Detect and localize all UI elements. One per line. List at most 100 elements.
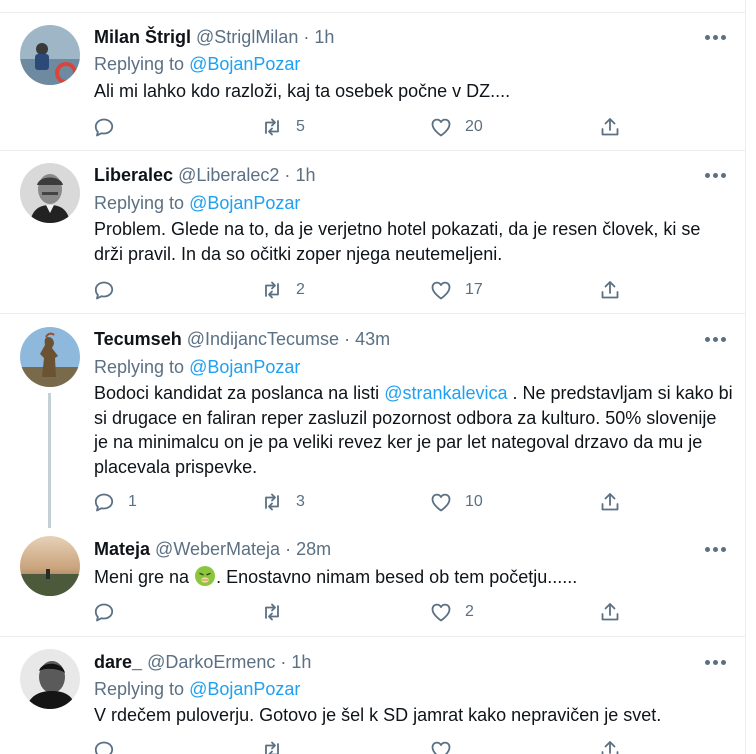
tweet-header: Tecumseh @IndijancTecumse · 43m (94, 327, 390, 351)
reply-icon (94, 493, 114, 512)
avatar[interactable] (20, 536, 80, 596)
tweet-actions: 2 17 (92, 278, 732, 302)
display-name[interactable]: Mateja (94, 539, 150, 559)
share-button[interactable] (598, 490, 622, 514)
tweet-actions (92, 738, 732, 754)
tweet-header: Liberalec @Liberalec2 · 1h (94, 163, 315, 187)
replying-to-mention[interactable]: @BojanPozar (189, 357, 300, 377)
heart-icon (431, 741, 451, 754)
timestamp[interactable]: 28m (296, 539, 331, 559)
separator-dot: · (344, 329, 351, 349)
tweet-header: Milan Štrigl @StriglMilan · 1h (94, 25, 334, 49)
replying-to-mention[interactable]: @BojanPozar (189, 679, 300, 699)
user-handle[interactable]: @DarkoErmenc (147, 652, 275, 672)
user-handle[interactable]: @Liberalec2 (178, 165, 279, 185)
mention-link[interactable]: @strankalevica (384, 383, 507, 403)
replying-to: Replying to @BojanPozar (94, 677, 300, 701)
reply-button[interactable] (92, 115, 128, 139)
thread-connector (48, 393, 51, 528)
retweet-icon (265, 118, 279, 136)
tweet-text: Ali mi lahko kdo razloži, kaj ta osebek … (94, 81, 511, 101)
retweet-icon (265, 493, 279, 511)
more-icon[interactable] (702, 539, 728, 559)
display-name[interactable]: Tecumseh (94, 329, 182, 349)
retweet-button[interactable] (260, 738, 296, 754)
retweet-icon (265, 281, 279, 299)
avatar[interactable] (20, 649, 80, 709)
like-count: 17 (465, 281, 483, 298)
heart-icon (431, 493, 451, 512)
retweet-button[interactable] (260, 600, 296, 624)
replying-to: Replying to @BojanPozar (94, 191, 300, 215)
tweet[interactable]: dare_ @DarkoErmenc · 1h Replying to @Boj… (0, 637, 745, 754)
reply-button[interactable] (92, 738, 128, 754)
tweet[interactable]: Mateja @WeberMateja · 28m Meni gre na . … (0, 528, 745, 637)
share-icon (601, 603, 619, 621)
retweet-button[interactable]: 3 (260, 490, 305, 514)
retweet-icon (265, 603, 279, 621)
user-handle[interactable]: @IndijancTecumse (187, 329, 339, 349)
separator-dot: · (285, 539, 292, 559)
share-icon (601, 281, 619, 299)
tweet-text: Bodoci kandidat za poslanca na listi @st… (94, 381, 734, 479)
avatar[interactable] (20, 163, 80, 223)
more-icon[interactable] (702, 652, 728, 672)
share-button[interactable] (598, 278, 622, 302)
tweet[interactable]: Milan Štrigl @StriglMilan · 1h Replying … (0, 13, 745, 151)
like-button[interactable]: 20 (429, 115, 483, 139)
avatar[interactable] (20, 25, 80, 85)
heart-icon (431, 118, 451, 137)
reply-icon (94, 741, 114, 754)
retweet-button[interactable]: 5 (260, 115, 305, 139)
tweet-text: Meni gre na . Enostavno nimam besed ob t… (94, 565, 734, 590)
reply-icon (94, 603, 114, 622)
like-button[interactable] (429, 738, 465, 754)
replying-to-mention[interactable]: @BojanPozar (189, 54, 300, 74)
display-name[interactable]: Milan Štrigl (94, 27, 191, 47)
retweet-count: 2 (296, 281, 305, 298)
user-handle[interactable]: @StriglMilan (196, 27, 298, 47)
display-name[interactable]: dare_ (94, 652, 142, 672)
replying-to-label: Replying to (94, 679, 185, 699)
share-icon (601, 118, 619, 136)
retweet-button[interactable]: 2 (260, 278, 305, 302)
avatar[interactable] (20, 327, 80, 387)
reply-icon (94, 281, 114, 300)
reply-icon (94, 118, 114, 137)
more-icon[interactable] (702, 165, 728, 185)
reply-button[interactable]: 1 (92, 490, 137, 514)
reply-button[interactable] (92, 600, 128, 624)
timestamp[interactable]: 1h (291, 652, 311, 672)
display-name[interactable]: Liberalec (94, 165, 173, 185)
heart-icon (431, 603, 451, 622)
retweet-count: 3 (296, 493, 305, 510)
replying-to-mention[interactable]: @BojanPozar (189, 193, 300, 213)
like-button[interactable]: 10 (429, 490, 483, 514)
like-count: 2 (465, 603, 474, 620)
like-button[interactable]: 17 (429, 278, 483, 302)
tweet-text: V rdečem puloverju. Gotovo je šel k SD j… (94, 705, 662, 725)
timestamp[interactable]: 43m (355, 329, 390, 349)
share-icon (601, 493, 619, 511)
tweet[interactable]: Liberalec @Liberalec2 · 1h Replying to @… (0, 151, 745, 314)
like-count: 10 (465, 493, 483, 510)
share-button[interactable] (598, 600, 622, 624)
timestamp[interactable]: 1h (314, 27, 334, 47)
replying-to-label: Replying to (94, 357, 185, 377)
more-icon[interactable] (702, 27, 728, 47)
like-button[interactable]: 2 (429, 600, 474, 624)
more-icon[interactable] (702, 329, 728, 349)
tweet-actions: 1 3 10 (92, 490, 732, 514)
user-handle[interactable]: @WeberMateja (155, 539, 280, 559)
timestamp[interactable]: 1h (295, 165, 315, 185)
tweet-text-part: Bodoci kandidat za poslanca na listi (94, 383, 385, 403)
share-button[interactable] (598, 115, 622, 139)
tweet[interactable]: Tecumseh @IndijancTecumse · 43m Replying… (0, 314, 745, 528)
share-button[interactable] (598, 738, 622, 754)
replying-to-label: Replying to (94, 54, 185, 74)
tweet-text-part: Meni gre na (94, 567, 195, 587)
reply-button[interactable] (92, 278, 128, 302)
tweet-text: Problem. Glede na to, da je verjetno hot… (94, 219, 701, 264)
tweet-text-part: . Enostavno nimam besed ob tem početju..… (216, 567, 578, 587)
tweet-header: dare_ @DarkoErmenc · 1h (94, 650, 311, 674)
